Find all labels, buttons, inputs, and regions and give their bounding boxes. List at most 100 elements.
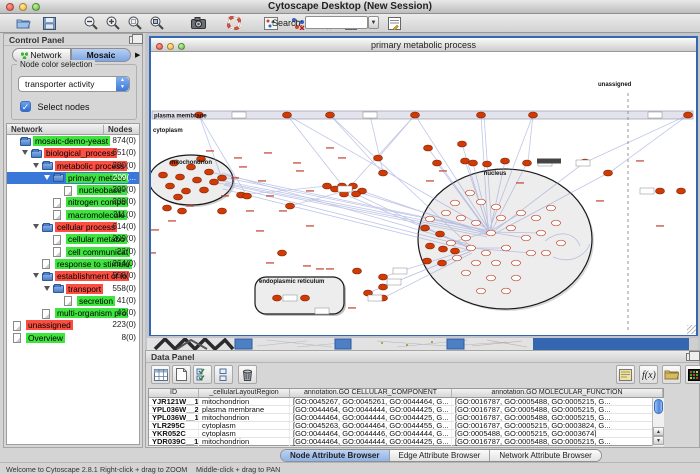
gene-node[interactable] bbox=[483, 161, 492, 167]
table-row[interactable]: YDR039C__1mitochondrion[GO:0044464, GO:0… bbox=[149, 438, 663, 446]
search-input[interactable] bbox=[305, 16, 368, 29]
gene-node[interactable] bbox=[301, 295, 310, 301]
gene-node[interactable] bbox=[684, 112, 693, 118]
gene-node-unselected[interactable] bbox=[512, 275, 521, 281]
tree-row-nucleobase-[interactable]: nucleobase-209(0) bbox=[7, 184, 139, 196]
gene-node-unselected[interactable] bbox=[512, 260, 521, 266]
gene-node[interactable] bbox=[353, 268, 362, 274]
gene-node-unselected[interactable] bbox=[442, 210, 451, 216]
gene-node[interactable] bbox=[193, 177, 202, 183]
column-header-3[interactable]: annotation.GO MOLECULAR_FUNCTION bbox=[452, 389, 663, 397]
gene-node[interactable] bbox=[243, 193, 252, 199]
gene-node[interactable] bbox=[451, 248, 460, 254]
tree-row-biological-process[interactable]: biological_process651(0) bbox=[7, 147, 139, 159]
new-attribute-button[interactable] bbox=[172, 365, 191, 384]
gene-node[interactable] bbox=[174, 194, 183, 200]
gene-node[interactable] bbox=[163, 205, 172, 211]
expander-icon[interactable] bbox=[33, 224, 39, 229]
gene-node[interactable] bbox=[436, 231, 445, 237]
gene-node[interactable] bbox=[278, 250, 287, 256]
tab-node-attribute-browser[interactable]: Node Attribute Browser bbox=[281, 450, 390, 461]
gene-node[interactable] bbox=[352, 191, 361, 197]
gene-node-unselected[interactable] bbox=[522, 235, 531, 241]
gene-node-unselected[interactable] bbox=[497, 215, 506, 221]
tree-row-nitrogen-compo[interactable]: nitrogen compo209(0) bbox=[7, 196, 139, 208]
tree-row-primary-metabo[interactable]: primary metabo209(... bbox=[7, 172, 139, 184]
more-tabs-arrow-icon[interactable]: ▶ bbox=[135, 51, 140, 59]
snapshot-button[interactable] bbox=[189, 15, 207, 31]
gene-node[interactable] bbox=[529, 112, 538, 118]
select-nodes-checkbox[interactable]: ✓ bbox=[20, 101, 31, 112]
float-panel-icon[interactable] bbox=[129, 36, 138, 44]
gene-node[interactable] bbox=[461, 158, 470, 164]
gene-node-unselected[interactable] bbox=[502, 245, 511, 251]
gene-node[interactable] bbox=[656, 188, 665, 194]
gene-node-unselected[interactable] bbox=[507, 225, 516, 231]
gene-node-unselected[interactable] bbox=[467, 245, 476, 251]
resize-grip[interactable] bbox=[687, 325, 696, 334]
gene-node[interactable] bbox=[323, 183, 332, 189]
gene-node-unselected[interactable] bbox=[502, 288, 511, 294]
zoom-selected-button[interactable] bbox=[126, 15, 144, 31]
scrollbar-thumb[interactable] bbox=[654, 399, 663, 414]
gene-node[interactable] bbox=[426, 243, 435, 249]
delete-attribute-button[interactable] bbox=[238, 365, 257, 384]
gene-node-unselected[interactable] bbox=[462, 235, 471, 241]
tree-row-cellular-metabo[interactable]: cellular metabo209(0) bbox=[7, 233, 139, 245]
tree-header[interactable]: Network Nodes bbox=[6, 123, 140, 135]
zoom-in-button[interactable] bbox=[104, 15, 122, 31]
gene-node[interactable] bbox=[379, 274, 388, 280]
network-canvas[interactable]: plasma membranecytoplasmmitochondrionnuc… bbox=[151, 52, 696, 335]
tree-row-metabolic-process[interactable]: metabolic process280(0) bbox=[7, 160, 139, 172]
view-window-titlebar[interactable]: primary metabolic process bbox=[151, 38, 696, 52]
gene-node-unselected[interactable] bbox=[462, 270, 471, 276]
tree-row-cell-communicat[interactable]: cell communicat22(0) bbox=[7, 246, 139, 258]
gene-node[interactable] bbox=[159, 172, 168, 178]
tree-row-unassigned[interactable]: unassigned223(0) bbox=[7, 319, 139, 331]
label-attribute-button[interactable] bbox=[616, 365, 635, 384]
attribute-matrix-button[interactable] bbox=[151, 365, 170, 384]
tree-row-response-to-stimulu[interactable]: response to stimulu264(0) bbox=[7, 258, 139, 270]
expander-icon[interactable] bbox=[33, 163, 39, 168]
gene-node-unselected[interactable] bbox=[487, 275, 496, 281]
tree-row-multi-organism-pro[interactable]: multi-organism pro42(0) bbox=[7, 307, 139, 319]
gene-node-unselected[interactable] bbox=[552, 220, 561, 226]
gene-node-unselected[interactable] bbox=[472, 220, 481, 226]
gene-node-unselected[interactable] bbox=[527, 250, 536, 256]
gene-node[interactable] bbox=[182, 188, 191, 194]
configure-search-button[interactable] bbox=[385, 15, 403, 31]
expander-icon[interactable] bbox=[44, 286, 50, 291]
gene-node[interactable] bbox=[286, 203, 295, 209]
select-attributes-button[interactable] bbox=[193, 365, 212, 384]
gene-node-unselected[interactable] bbox=[487, 230, 496, 236]
gene-node-unselected[interactable] bbox=[477, 199, 486, 205]
expander-icon[interactable] bbox=[44, 175, 50, 180]
gene-node-unselected[interactable] bbox=[492, 260, 501, 266]
gene-node[interactable] bbox=[411, 112, 420, 118]
gene-node[interactable] bbox=[433, 160, 442, 166]
gene-node[interactable] bbox=[424, 145, 433, 151]
table-row[interactable]: YJR121W__1mitochondrion[GO:0045267, GO:0… bbox=[149, 398, 663, 406]
gene-node[interactable] bbox=[218, 208, 227, 214]
scroll-down-button[interactable]: ▼ bbox=[653, 436, 664, 445]
gene-node[interactable] bbox=[439, 246, 448, 252]
table-scrollbar[interactable]: ▲ ▼ bbox=[652, 398, 664, 446]
gene-node[interactable] bbox=[423, 258, 432, 264]
zoom-fit-button[interactable] bbox=[148, 15, 166, 31]
gene-node-unselected[interactable] bbox=[542, 250, 551, 256]
gene-node[interactable] bbox=[374, 155, 383, 161]
gene-node-unselected[interactable] bbox=[457, 215, 466, 221]
gene-node[interactable] bbox=[166, 183, 175, 189]
gene-node[interactable] bbox=[273, 295, 282, 301]
gene-node[interactable] bbox=[438, 260, 447, 266]
gene-node[interactable] bbox=[200, 187, 209, 193]
tree-row-mosaic-demo-yeast[interactable]: mosaic-demo-yeast874(0) bbox=[7, 135, 139, 147]
gene-node-unselected[interactable] bbox=[482, 250, 491, 256]
network-view-window[interactable]: primary metabolic process plasma membran… bbox=[149, 36, 698, 336]
node-color-dropdown[interactable]: transporter activity ▲▼ bbox=[18, 76, 130, 92]
table-row[interactable]: YPL036W__2plasma membrane[GO:0044464, GO… bbox=[149, 406, 663, 414]
gene-node[interactable] bbox=[326, 112, 335, 118]
gene-node[interactable] bbox=[458, 141, 467, 147]
gene-node[interactable] bbox=[205, 169, 214, 175]
gene-node-unselected[interactable] bbox=[557, 240, 566, 246]
